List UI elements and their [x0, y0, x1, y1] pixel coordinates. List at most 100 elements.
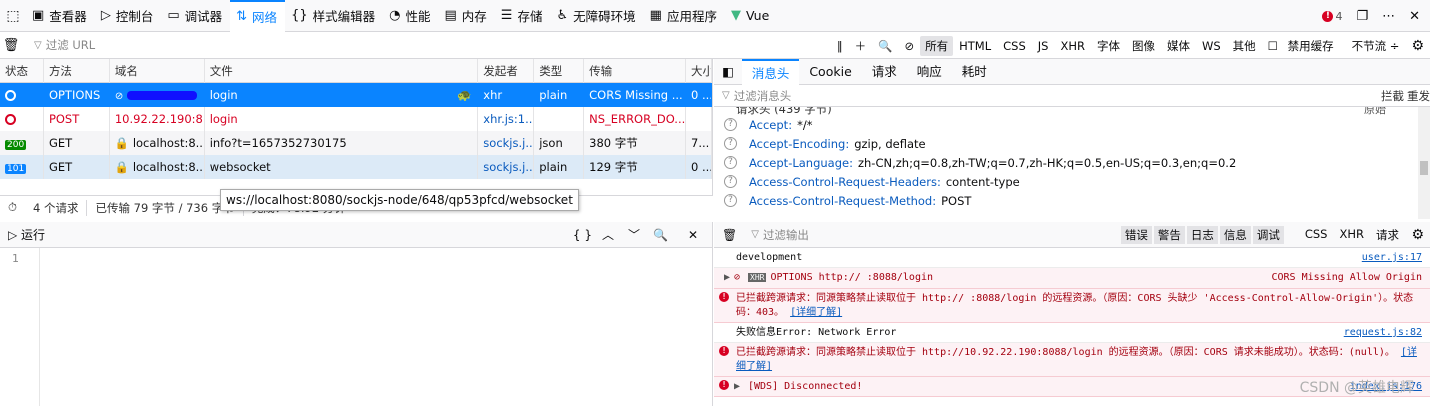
expand-arrow-icon[interactable]: ▶	[724, 271, 730, 285]
history-down-icon[interactable]: ﹀	[628, 226, 640, 243]
tab-network[interactable]: ⇅ 网络	[230, 0, 286, 32]
table-row[interactable]: 200 GET 🔒 localhost:8... info?t=16573527…	[0, 131, 712, 155]
console-filter-input[interactable]: 过滤输出	[763, 227, 809, 243]
help-icon[interactable]: ?	[724, 156, 737, 169]
header-name: Access-Control-Request-Headers:	[749, 174, 941, 189]
toggle-sidebar-icon[interactable]: ◧	[714, 64, 742, 79]
tab-request[interactable]: 请求	[862, 59, 907, 85]
console-settings-icon[interactable]: ⚙	[1411, 227, 1424, 243]
help-icon[interactable]: ?	[724, 175, 737, 188]
filter-font[interactable]: 字体	[1091, 38, 1126, 54]
col-initiator[interactable]: 发起者	[478, 59, 535, 83]
message-source-link[interactable]: user.js:17	[1362, 251, 1422, 265]
filter-image[interactable]: 图像	[1126, 38, 1161, 54]
error-count-badge[interactable]: ! 4	[1322, 10, 1342, 23]
code-area[interactable]	[40, 248, 712, 406]
filter-other[interactable]: 其他	[1227, 38, 1262, 54]
tab-memory[interactable]: ▤ 内存	[438, 0, 494, 32]
tab-performance[interactable]: ◔ 性能	[383, 0, 438, 32]
filter-requests-console[interactable]: 请求	[1371, 226, 1404, 244]
tab-headers[interactable]: 消息头	[741, 58, 800, 85]
clear-console-icon[interactable]: 🗑	[714, 228, 745, 242]
console-message: ! 已拦截跨源请求：同源策略禁止读取位于 http:// :8088/login …	[714, 289, 1430, 323]
message-source-link[interactable]: request.js:82	[1344, 326, 1422, 340]
pretty-print-icon[interactable]: { }	[573, 228, 592, 242]
element-picker-icon[interactable]: ⬚	[0, 0, 26, 32]
section-title[interactable]: 请求头 (439 字节)	[736, 107, 832, 115]
header-value: POST	[941, 193, 972, 208]
level-log[interactable]: 日志	[1186, 225, 1218, 244]
filter-all[interactable]: 所有	[920, 35, 954, 56]
filter-js[interactable]: JS	[1032, 39, 1055, 53]
dock-icon[interactable]: ❐	[1356, 9, 1368, 24]
learn-more-link[interactable]: [详细了解]	[790, 307, 842, 318]
level-debug[interactable]: 调试	[1252, 225, 1284, 244]
filter-xhr-console[interactable]: XHR	[1334, 226, 1369, 244]
col-domain[interactable]: 域名	[110, 59, 205, 83]
header-row: ? Accept-Encoding: gzip, deflate	[714, 134, 1430, 153]
help-icon[interactable]: ?	[724, 137, 737, 150]
disable-cache-checkbox[interactable]: ☐ 禁用缓存	[1262, 38, 1346, 54]
table-row[interactable]: 101 GET 🔒 localhost:8... websocket sockj…	[0, 155, 712, 179]
col-transfer[interactable]: 传输	[584, 59, 687, 83]
tab-debugger[interactable]: ▭ 调试器	[161, 0, 230, 32]
console-icon: ▷	[100, 8, 111, 23]
header-row: ? Access-Control-Request-Method: POST	[714, 191, 1430, 210]
col-file[interactable]: 文件	[205, 59, 479, 83]
table-row[interactable]: OPTIONS ⊘ login 🐢 xhr plain CORS Missing …	[0, 83, 712, 107]
pause-icon[interactable]: ‖	[831, 39, 849, 53]
row-file-text: login	[209, 88, 238, 102]
filter-css[interactable]: CSS	[997, 39, 1032, 53]
filter-html[interactable]: HTML	[953, 39, 997, 53]
headers-scrollbar[interactable]	[1418, 107, 1430, 219]
throttle-select[interactable]: 不节流 ÷	[1346, 38, 1406, 54]
col-method[interactable]: 方法	[44, 59, 110, 83]
close-icon[interactable]: ✕	[1409, 9, 1420, 24]
filter-ws[interactable]: WS	[1196, 39, 1227, 53]
raw-toggle[interactable]: 原始	[1364, 107, 1386, 115]
editor-body[interactable]: 1	[0, 248, 712, 406]
row-method: GET	[44, 155, 110, 179]
filter-media[interactable]: 媒体	[1161, 38, 1196, 54]
filter-url-input[interactable]: 过滤 URL	[46, 37, 95, 53]
help-icon[interactable]: ?	[724, 194, 737, 207]
tab-storage[interactable]: ☰ 存储	[495, 0, 551, 32]
trash-icon[interactable]: 🗑	[0, 38, 22, 53]
tab-cookie[interactable]: Cookie	[799, 59, 861, 85]
run-button[interactable]: ▷ 运行	[8, 226, 45, 243]
level-info[interactable]: 信息	[1219, 225, 1251, 244]
filter-xhr[interactable]: XHR	[1054, 39, 1091, 53]
help-icon[interactable]: ?	[724, 118, 737, 131]
level-error[interactable]: 错误	[1120, 225, 1152, 244]
col-type[interactable]: 类型	[534, 59, 585, 83]
expand-arrow-icon[interactable]: ▶	[734, 380, 740, 394]
tab-timings[interactable]: 耗时	[952, 59, 997, 85]
settings-gear-icon[interactable]: ⚙	[1405, 38, 1430, 54]
reverse-search-icon[interactable]: 🔍	[653, 228, 668, 242]
headers-filter-input[interactable]: 过滤消息头	[734, 88, 792, 104]
request-details-panel: ◧ 消息头 Cookie 请求 响应 耗时 ▽ 过滤消息头 拦截 重发 请求头 …	[714, 58, 1430, 219]
tab-vue[interactable]: ▼ Vue	[725, 0, 777, 32]
level-warning[interactable]: 警告	[1153, 225, 1185, 244]
search-icon[interactable]: 🔍	[872, 39, 898, 53]
tab-inspector[interactable]: ▣ 查看器	[26, 0, 95, 32]
tab-application[interactable]: ▦ 应用程序	[644, 0, 725, 32]
more-menu-icon[interactable]: ⋯	[1382, 9, 1395, 24]
col-status[interactable]: 状态	[0, 59, 44, 83]
close-editor-icon[interactable]: ✕	[688, 228, 698, 242]
blocked-icon: ⊘	[734, 272, 741, 283]
table-row[interactable]: POST 10.92.22.190:8... login xhr.js:1...…	[0, 107, 712, 131]
watermark: CSDN @英雄电辉	[1299, 380, 1414, 396]
resend-button[interactable]: 重发	[1407, 88, 1430, 104]
tab-response[interactable]: 响应	[907, 59, 952, 85]
block-icon[interactable]: ⊘	[898, 39, 920, 53]
headers-filter[interactable]: ▽ 过滤消息头 拦截 重发	[714, 85, 1430, 107]
tab-style-editor[interactable]: {} 样式编辑器	[285, 0, 383, 32]
filter-css-console[interactable]: CSS	[1300, 226, 1333, 244]
history-up-icon[interactable]: ︿	[602, 226, 614, 243]
add-icon[interactable]: ＋	[849, 38, 873, 54]
col-size[interactable]: 大小	[686, 59, 712, 83]
tab-accessibility[interactable]: ♿ 无障碍环境	[550, 0, 643, 32]
block-button[interactable]: 拦截	[1381, 88, 1404, 104]
tab-console[interactable]: ▷ 控制台	[95, 0, 162, 32]
